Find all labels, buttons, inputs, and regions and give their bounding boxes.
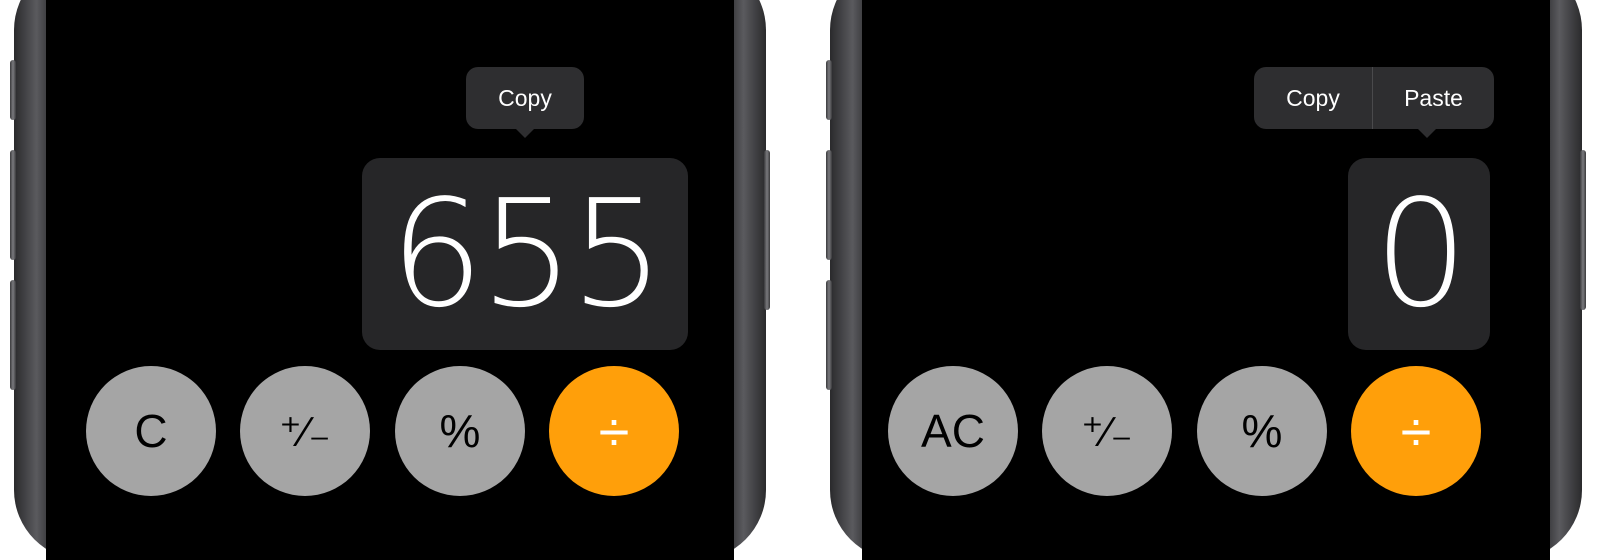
side-button	[764, 150, 770, 310]
percent-button[interactable]: %	[395, 366, 525, 496]
context-menu: Copy Paste	[1254, 67, 1494, 129]
calculator-screen: Copy Paste 0 AC ⁺∕₋ % ÷	[862, 0, 1550, 560]
divide-button[interactable]: ÷	[1351, 366, 1481, 496]
side-button	[1580, 150, 1586, 310]
plus-minus-button[interactable]: ⁺∕₋	[1042, 366, 1172, 496]
menu-item-paste[interactable]: Paste	[1373, 67, 1494, 129]
phone-right: Copy Paste 0 AC ⁺∕₋ % ÷	[826, 0, 1586, 560]
menu-item-copy[interactable]: Copy	[466, 67, 584, 129]
display-value: 0	[1373, 168, 1468, 340]
side-button	[826, 280, 832, 390]
side-button	[10, 60, 16, 120]
divide-button[interactable]: ÷	[549, 366, 679, 496]
side-button	[10, 280, 16, 390]
clear-button[interactable]: C	[86, 366, 216, 496]
phone-left: Copy 655 C ⁺∕₋ % ÷	[10, 0, 770, 560]
side-button	[826, 60, 832, 120]
percent-button[interactable]: %	[1197, 366, 1327, 496]
display-highlight[interactable]: 655	[362, 158, 688, 350]
menu-item-copy[interactable]: Copy	[1254, 67, 1372, 129]
all-clear-button[interactable]: AC	[888, 366, 1018, 496]
display-highlight[interactable]: 0	[1348, 158, 1490, 350]
plus-minus-button[interactable]: ⁺∕₋	[240, 366, 370, 496]
side-button	[826, 150, 832, 260]
side-button	[10, 150, 16, 260]
context-menu: Copy	[466, 67, 584, 129]
display-value: 655	[389, 168, 665, 340]
menu-arrow	[1416, 127, 1438, 138]
menu-arrow	[514, 127, 536, 138]
calculator-screen: Copy 655 C ⁺∕₋ % ÷	[46, 0, 734, 560]
